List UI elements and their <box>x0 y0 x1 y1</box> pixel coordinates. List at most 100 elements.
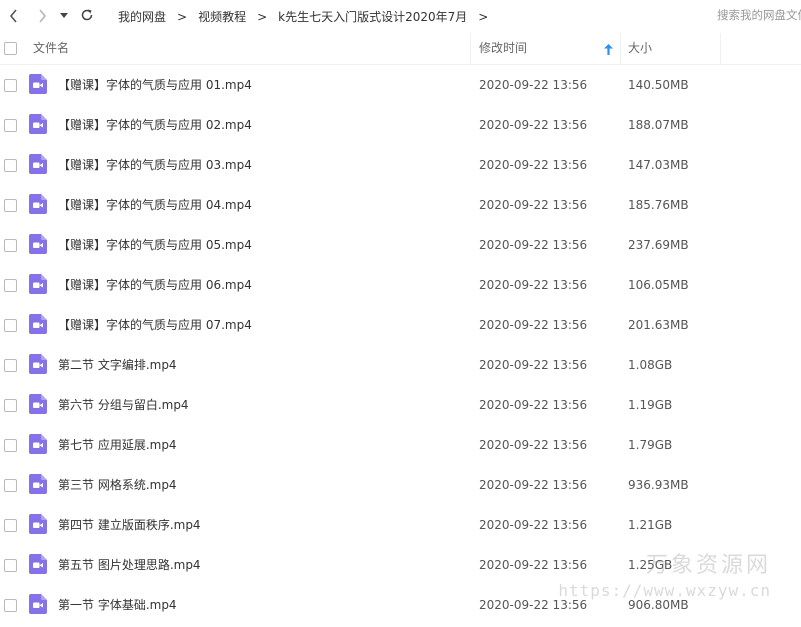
video-file-icon <box>29 194 47 214</box>
video-file-icon <box>29 154 47 174</box>
video-file-icon <box>29 594 47 614</box>
file-checkbox[interactable] <box>4 199 17 212</box>
forward-button[interactable] <box>31 5 53 27</box>
breadcrumb: 我的网盘 > 视频教程 > k先生七天入门版式设计2020年7月 > <box>118 8 499 25</box>
file-row[interactable]: 第六节 分组与留白.mp4 2020-09-22 13:56 1.19GB <box>0 385 801 425</box>
column-header-name[interactable]: 文件名 <box>33 33 69 64</box>
column-header-modified[interactable]: 修改时间 <box>479 33 527 64</box>
file-row[interactable]: 第五节 图片处理思路.mp4 2020-09-22 13:56 1.25GB <box>0 545 801 585</box>
file-modified-time: 2020-09-22 13:56 <box>479 438 588 452</box>
file-checkbox[interactable] <box>4 599 17 612</box>
file-modified-time: 2020-09-22 13:56 <box>479 558 588 572</box>
select-all-checkbox[interactable] <box>4 42 17 55</box>
refresh-button[interactable] <box>76 4 98 26</box>
file-checkbox[interactable] <box>4 319 17 332</box>
video-file-icon <box>29 434 47 454</box>
file-modified-time: 2020-09-22 13:56 <box>479 358 588 372</box>
file-modified-time: 2020-09-22 13:56 <box>479 318 588 332</box>
file-checkbox[interactable] <box>4 359 17 372</box>
file-checkbox[interactable] <box>4 559 17 572</box>
file-size: 147.03MB <box>628 158 689 172</box>
video-file-icon <box>29 394 47 414</box>
file-row[interactable]: 第七节 应用延展.mp4 2020-09-22 13:56 1.79GB <box>0 425 801 465</box>
file-size: 188.07MB <box>628 118 689 132</box>
history-dropdown-button[interactable] <box>55 5 73 27</box>
file-checkbox[interactable] <box>4 279 17 292</box>
file-checkbox[interactable] <box>4 159 17 172</box>
file-modified-time: 2020-09-22 13:56 <box>479 118 588 132</box>
file-modified-time: 2020-09-22 13:56 <box>479 198 588 212</box>
video-file-icon <box>29 274 47 294</box>
breadcrumb-item-video-tutorials[interactable]: 视频教程 <box>198 8 246 25</box>
video-file-icon <box>29 474 47 494</box>
file-checkbox[interactable] <box>4 399 17 412</box>
file-name[interactable]: 第四节 建立版面秩序.mp4 <box>58 505 201 545</box>
file-checkbox[interactable] <box>4 119 17 132</box>
file-size: 201.63MB <box>628 318 689 332</box>
file-modified-time: 2020-09-22 13:56 <box>479 158 588 172</box>
file-name[interactable]: 第二节 文字编排.mp4 <box>58 345 177 385</box>
file-row[interactable]: 【赠课】字体的气质与应用 03.mp4 2020-09-22 13:56 147… <box>0 145 801 185</box>
breadcrumb-item-current-folder[interactable]: k先生七天入门版式设计2020年7月 <box>278 8 467 25</box>
file-size: 106.05MB <box>628 278 689 292</box>
video-file-icon <box>29 314 47 334</box>
file-row[interactable]: 【赠课】字体的气质与应用 04.mp4 2020-09-22 13:56 185… <box>0 185 801 225</box>
file-name[interactable]: 第六节 分组与留白.mp4 <box>58 385 189 425</box>
file-name[interactable]: 第五节 图片处理思路.mp4 <box>58 545 201 585</box>
refresh-icon <box>81 9 93 21</box>
file-name[interactable]: 第七节 应用延展.mp4 <box>58 425 177 465</box>
file-list: 【赠课】字体的气质与应用 01.mp4 2020-09-22 13:56 140… <box>0 65 801 625</box>
chevron-right-icon <box>39 9 47 23</box>
search-input[interactable] <box>717 8 801 22</box>
video-file-icon <box>29 114 47 134</box>
file-checkbox[interactable] <box>4 479 17 492</box>
file-size: 237.69MB <box>628 238 689 252</box>
file-row[interactable]: 第二节 文字编排.mp4 2020-09-22 13:56 1.08GB <box>0 345 801 385</box>
file-row[interactable]: 【赠课】字体的气质与应用 05.mp4 2020-09-22 13:56 237… <box>0 225 801 265</box>
video-file-icon <box>29 514 47 534</box>
file-checkbox[interactable] <box>4 519 17 532</box>
column-divider[interactable] <box>720 33 721 64</box>
breadcrumb-separator: > <box>478 9 489 24</box>
file-name[interactable]: 【赠课】字体的气质与应用 02.mp4 <box>58 105 252 145</box>
caret-down-icon <box>60 13 68 18</box>
file-name[interactable]: 第三节 网格系统.mp4 <box>58 465 177 505</box>
file-row[interactable]: 第三节 网格系统.mp4 2020-09-22 13:56 936.93MB <box>0 465 801 505</box>
video-file-icon <box>29 234 47 254</box>
file-name[interactable]: 【赠课】字体的气质与应用 03.mp4 <box>58 145 252 185</box>
column-header-size[interactable]: 大小 <box>628 33 652 64</box>
back-button[interactable] <box>3 5 25 27</box>
top-toolbar: 我的网盘 > 视频教程 > k先生七天入门版式设计2020年7月 > <box>0 0 801 32</box>
file-row[interactable]: 第四节 建立版面秩序.mp4 2020-09-22 13:56 1.21GB <box>0 505 801 545</box>
file-checkbox[interactable] <box>4 79 17 92</box>
file-row[interactable]: 【赠课】字体的气质与应用 07.mp4 2020-09-22 13:56 201… <box>0 305 801 345</box>
file-modified-time: 2020-09-22 13:56 <box>479 238 588 252</box>
file-modified-time: 2020-09-22 13:56 <box>479 78 588 92</box>
file-size: 1.08GB <box>628 358 673 372</box>
file-checkbox[interactable] <box>4 239 17 252</box>
file-size: 1.19GB <box>628 398 673 412</box>
column-divider[interactable] <box>620 33 621 64</box>
file-row[interactable]: 【赠课】字体的气质与应用 06.mp4 2020-09-22 13:56 106… <box>0 265 801 305</box>
file-name[interactable]: 【赠课】字体的气质与应用 07.mp4 <box>58 305 252 345</box>
file-modified-time: 2020-09-22 13:56 <box>479 518 588 532</box>
search-box <box>717 4 801 26</box>
file-name[interactable]: 【赠课】字体的气质与应用 06.mp4 <box>58 265 252 305</box>
breadcrumb-item-my-drive[interactable]: 我的网盘 <box>118 8 166 25</box>
file-name[interactable]: 【赠课】字体的气质与应用 04.mp4 <box>58 185 252 225</box>
video-file-icon <box>29 554 47 574</box>
file-checkbox[interactable] <box>4 439 17 452</box>
file-row[interactable]: 【赠课】字体的气质与应用 02.mp4 2020-09-22 13:56 188… <box>0 105 801 145</box>
file-size: 906.80MB <box>628 598 689 612</box>
file-modified-time: 2020-09-22 13:56 <box>479 398 588 412</box>
file-size: 1.25GB <box>628 558 673 572</box>
file-name[interactable]: 【赠课】字体的气质与应用 01.mp4 <box>58 65 252 105</box>
file-size: 1.79GB <box>628 438 673 452</box>
file-name[interactable]: 【赠课】字体的气质与应用 05.mp4 <box>58 225 252 265</box>
file-row[interactable]: 【赠课】字体的气质与应用 01.mp4 2020-09-22 13:56 140… <box>0 65 801 105</box>
sort-up-arrow-icon[interactable] <box>604 33 613 64</box>
file-row[interactable]: 第一节 字体基础.mp4 2020-09-22 13:56 906.80MB <box>0 585 801 625</box>
column-divider[interactable] <box>470 33 471 64</box>
file-name[interactable]: 第一节 字体基础.mp4 <box>58 585 177 625</box>
file-size: 1.21GB <box>628 518 673 532</box>
